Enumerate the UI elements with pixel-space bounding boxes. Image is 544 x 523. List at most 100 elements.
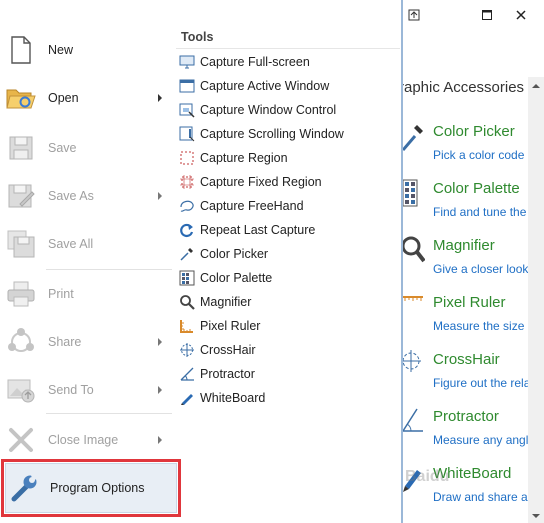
protractor-icon — [403, 407, 425, 439]
tool-color-picker[interactable]: Color Picker — [176, 242, 400, 266]
program-options-button[interactable]: Program Options — [1, 459, 181, 517]
menu-item-open-label: Open — [48, 91, 79, 105]
accessory-desc[interactable]: Measure any angl — [433, 433, 528, 447]
menu-item-save-as[interactable]: Save As — [0, 172, 176, 220]
tool-label: Color Palette — [200, 271, 273, 285]
accessory-desc[interactable]: Pick a color code — [433, 148, 524, 162]
menu-item-print[interactable]: Print — [0, 270, 176, 318]
tool-label: Repeat Last Capture — [200, 223, 316, 237]
submenu-arrow-icon — [158, 94, 162, 102]
ruler-icon — [179, 318, 195, 334]
freehand-icon — [179, 198, 195, 214]
tool-label: Capture Region — [200, 151, 288, 165]
close-button[interactable] — [513, 8, 529, 24]
tools-header: Tools — [181, 30, 214, 44]
menu-item-save-all-label: Save All — [48, 237, 94, 251]
tool-capture-window-control[interactable]: Capture Window Control — [176, 98, 400, 122]
tool-pixel-ruler[interactable]: Pixel Ruler — [176, 314, 400, 338]
eyedropper-icon — [403, 122, 425, 154]
accessory-protractor[interactable]: Protractor Measure any angl — [403, 407, 544, 464]
tool-label: Capture Fixed Region — [200, 175, 322, 189]
tool-label: Capture Window Control — [200, 103, 337, 117]
menu-item-close-image[interactable]: Close Image — [0, 416, 176, 464]
menu-item-save-as-label: Save As — [48, 189, 94, 203]
save-all-icon — [5, 228, 37, 260]
palette-icon — [179, 270, 195, 286]
tool-capture-freehand[interactable]: Capture FreeHand — [176, 194, 400, 218]
pin-button[interactable] — [406, 8, 422, 24]
scroll-up-button[interactable] — [528, 77, 544, 93]
tool-label: Magnifier — [200, 295, 252, 309]
chevron-up-icon — [532, 78, 540, 92]
menu-item-new[interactable]: New — [0, 26, 176, 74]
region-icon — [179, 150, 195, 166]
accessory-magnifier[interactable]: Magnifier Give a closer look — [403, 236, 544, 293]
tool-crosshair[interactable]: CrossHair — [176, 338, 400, 362]
scroll-down-button[interactable] — [528, 507, 544, 523]
tool-label: Color Picker — [200, 247, 269, 261]
accessory-desc[interactable]: Measure the size o — [433, 319, 534, 333]
accessory-name: Protractor — [433, 408, 499, 425]
submenu-arrow-icon — [158, 338, 162, 346]
tool-capture-scrolling-window[interactable]: Capture Scrolling Window — [176, 122, 400, 146]
tool-label: CrossHair — [200, 343, 256, 357]
fixed-region-icon — [179, 174, 195, 190]
tool-capture-active-window[interactable]: Capture Active Window — [176, 74, 400, 98]
close-icon — [515, 9, 527, 24]
menu-item-send-to[interactable]: Send To — [0, 366, 176, 414]
magnifier-icon — [403, 236, 426, 268]
tools-header-rule — [176, 48, 400, 49]
protractor-icon — [179, 366, 195, 382]
accessory-desc[interactable]: Figure out the rela — [433, 376, 530, 390]
window-icon — [179, 78, 195, 94]
scrolling-window-icon — [179, 126, 195, 142]
menu-item-save[interactable]: Save — [0, 124, 176, 172]
tool-whiteboard[interactable]: WhiteBoard — [176, 386, 400, 410]
menu-item-open[interactable]: Open — [0, 74, 176, 122]
eyedropper-icon — [179, 246, 195, 262]
menu-item-share[interactable]: Share — [0, 318, 176, 366]
accessory-color-palette[interactable]: Color Palette Find and tune the — [403, 179, 544, 236]
menu-item-print-label: Print — [48, 287, 74, 301]
watermark: Baidu — [405, 468, 450, 485]
tool-label: Protractor — [200, 367, 255, 381]
accessory-crosshair[interactable]: CrossHair Figure out the rela — [403, 350, 544, 407]
menu-item-send-to-label: Send To — [48, 383, 94, 397]
palette-icon — [403, 179, 425, 211]
tool-capture-full-screen[interactable]: Capture Full-screen — [176, 50, 400, 74]
pin-icon — [408, 9, 420, 24]
accessory-desc[interactable]: Draw and share ar — [433, 490, 532, 504]
tool-repeat-last-capture[interactable]: Repeat Last Capture — [176, 218, 400, 242]
tool-magnifier[interactable]: Magnifier — [176, 290, 400, 314]
tool-protractor[interactable]: Protractor — [176, 362, 400, 386]
crosshair-icon — [403, 350, 425, 382]
crosshair-icon — [179, 342, 195, 358]
window-control-icon — [179, 102, 195, 118]
tool-label: Capture FreeHand — [200, 199, 304, 213]
maximize-icon — [481, 9, 493, 24]
open-folder-icon — [5, 82, 37, 114]
accessory-desc[interactable]: Give a closer look — [433, 262, 528, 276]
maximize-button[interactable] — [479, 8, 495, 24]
menu-item-share-label: Share — [48, 335, 82, 349]
share-icon — [5, 326, 37, 358]
accessory-desc[interactable]: Find and tune the — [433, 205, 526, 219]
tool-capture-fixed-region[interactable]: Capture Fixed Region — [176, 170, 400, 194]
menu-item-save-all[interactable]: Save All — [0, 220, 176, 268]
program-options-highlight: Program Options — [5, 463, 177, 513]
tools-submenu: Tools Capture Full-screen Capture Active… — [176, 27, 402, 417]
wrench-icon — [8, 472, 40, 504]
whiteboard-pen-icon — [179, 390, 195, 406]
accessory-color-picker[interactable]: Color Picker Pick a color code — [403, 122, 544, 179]
tool-color-palette[interactable]: Color Palette — [176, 266, 400, 290]
tool-label: Pixel Ruler — [200, 319, 261, 333]
tool-capture-region[interactable]: Capture Region — [176, 146, 400, 170]
accessory-name: Color Palette — [433, 180, 520, 197]
submenu-arrow-icon — [158, 192, 162, 200]
printer-icon — [5, 278, 37, 310]
accessories-scrollbar[interactable] — [528, 77, 544, 523]
send-to-icon — [5, 374, 37, 406]
accessory-name: Pixel Ruler — [433, 294, 506, 311]
accessory-pixel-ruler[interactable]: Pixel Ruler Measure the size o — [403, 293, 544, 350]
repeat-icon — [179, 222, 195, 238]
